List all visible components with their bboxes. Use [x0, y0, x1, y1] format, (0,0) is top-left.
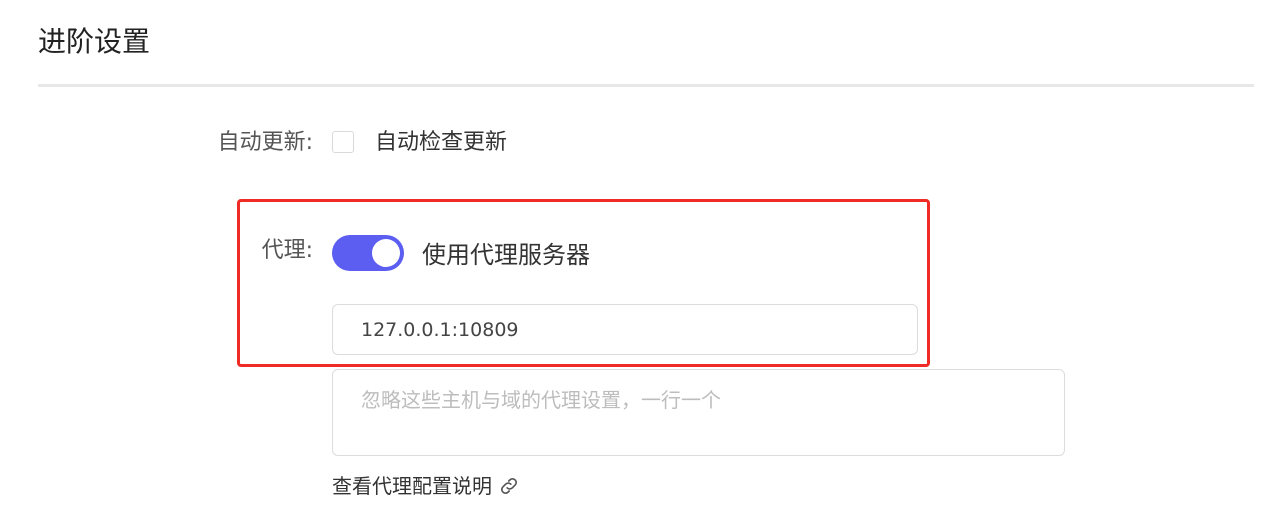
- proxy-toggle[interactable]: [332, 235, 404, 271]
- proxy-bypass-textarea[interactable]: [332, 369, 1065, 456]
- proxy-server-input[interactable]: [332, 304, 918, 355]
- auto-update-checkbox[interactable]: [332, 131, 354, 153]
- section-title: 进阶设置: [38, 25, 151, 58]
- auto-update-label: 自动更新:: [217, 130, 313, 155]
- proxy-docs-link[interactable]: 查看代理配置说明: [332, 472, 520, 500]
- proxy-label: 代理:: [261, 238, 313, 263]
- proxy-docs-link-label: 查看代理配置说明: [332, 474, 492, 498]
- proxy-toggle-label: 使用代理服务器: [422, 241, 590, 269]
- link-icon: [501, 478, 517, 494]
- section-divider: [38, 84, 1254, 87]
- proxy-toggle-knob: [372, 239, 400, 267]
- auto-update-checkbox-label[interactable]: 自动检查更新: [375, 128, 507, 158]
